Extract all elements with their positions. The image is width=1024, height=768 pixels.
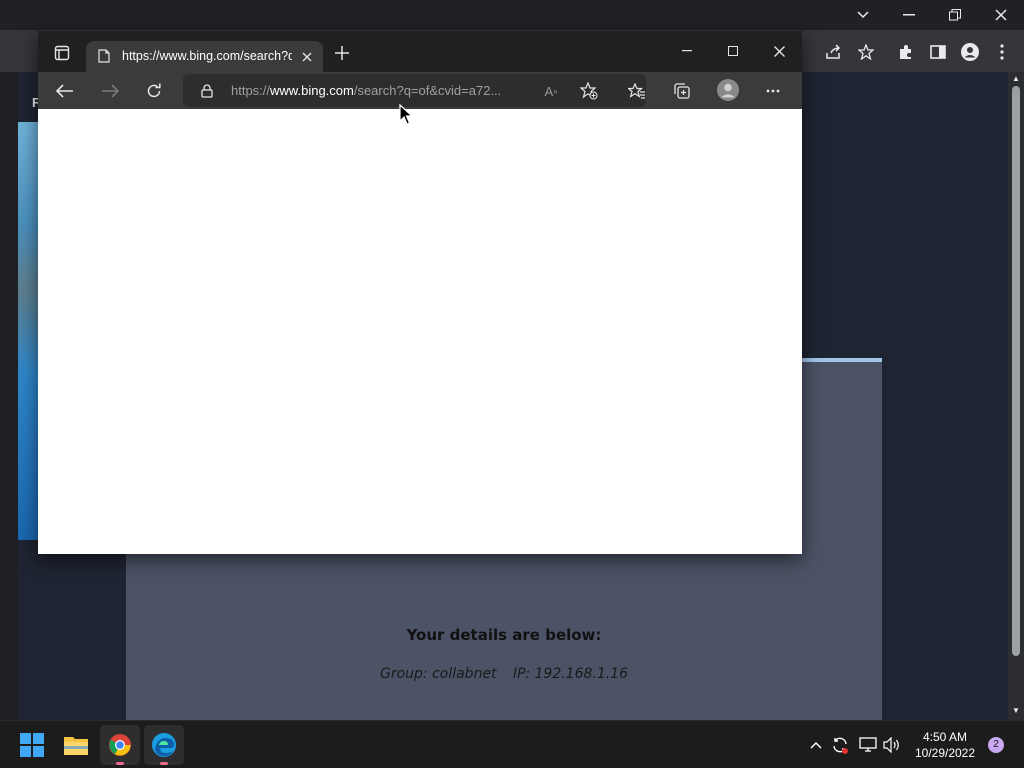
url-prefix: https:// [231,83,271,98]
profile-avatar-icon[interactable] [716,78,740,102]
scroll-up-icon[interactable]: ▲ [1012,74,1020,83]
back-arrow-icon[interactable] [54,80,76,102]
tab-search-button[interactable] [840,0,886,30]
clock-date: 10/29/2022 [914,746,976,760]
show-hidden-icons-chevron[interactable] [806,735,826,755]
bg-minimize-button[interactable] [886,0,932,30]
chrome-taskbar-button[interactable] [100,725,140,765]
file-explorer-button[interactable] [56,725,96,765]
edge-page-content[interactable] [38,109,802,554]
scroll-down-icon[interactable]: ▼ [1012,706,1020,715]
running-indicator [116,762,124,765]
details-title: Your details are below: [406,626,602,644]
url-domain: www.bing.com [270,83,354,98]
new-tab-icon[interactable] [332,43,352,63]
bookmark-star-icon[interactable] [852,38,880,66]
windows-logo-icon [20,733,44,757]
collections-icon[interactable] [671,80,693,102]
share-icon[interactable] [820,38,848,66]
tab-title: https://www.bing.com/search?q= [122,49,292,63]
details-line: Group: collabnet IP: 192.168.1.16 [126,666,882,682]
card-accent-line [802,358,882,362]
chrome-logo-icon [109,734,131,756]
lock-icon[interactable] [199,83,215,99]
ip-label: IP: 192.168.1.16 [513,666,629,682]
volume-icon[interactable] [882,735,902,755]
page-icon [96,48,112,64]
scrollbar-thumb[interactable] [1012,86,1020,656]
network-icon[interactable] [858,735,878,755]
edge-active-tab[interactable]: https://www.bing.com/search?q= [86,41,323,72]
edge-maximize-button[interactable] [710,41,756,61]
edge-close-button[interactable] [756,41,802,61]
background-tab-strip [0,0,1024,30]
add-favorite-icon[interactable] [579,81,599,101]
chrome-menu-icon[interactable] [988,38,1016,66]
edge-minimize-button[interactable] [664,41,710,61]
edge-tab-strip: https://www.bing.com/search?q= [38,31,802,72]
url-rest: /search?q=of&cvid=a72... [353,83,502,98]
edge-taskbar-button[interactable] [144,725,184,765]
mouse-cursor-icon [399,104,413,125]
folder-icon [64,737,88,755]
read-aloud-icon[interactable]: A» [541,81,561,101]
address-bar[interactable]: https://www.bing.com/search?q=of&cvid=a7… [183,74,646,107]
profile-icon[interactable] [956,38,984,66]
partial-landscape-image [18,122,40,540]
edge-browser-window: https://www.bing.com/search?q= https://w… [38,31,802,554]
notification-badge[interactable]: 2 [988,737,1004,753]
extensions-puzzle-icon[interactable] [892,38,920,66]
sync-status-icon[interactable] [830,735,850,755]
clock-time: 4:50 AM [922,730,968,744]
url-text[interactable]: https://www.bing.com/search?q=of&cvid=a7… [231,83,501,98]
group-label: Group: collabnet [379,666,497,682]
bg-close-button[interactable] [978,0,1024,30]
tab-close-icon[interactable] [298,48,316,66]
edge-logo-icon [152,733,176,757]
settings-more-icon[interactable] [762,80,784,102]
side-panel-icon[interactable] [924,38,952,66]
start-button[interactable] [12,725,52,765]
bg-restore-button[interactable] [932,0,978,30]
favorites-icon[interactable] [626,80,648,102]
tab-actions-icon[interactable] [52,43,72,63]
edge-toolbar: https://www.bing.com/search?q=of&cvid=a7… [38,72,802,109]
running-indicator [160,762,168,765]
taskbar: 4:50 AM 10/29/2022 2 [0,720,1024,768]
clock[interactable]: 4:50 AM 10/29/2022 [900,729,990,761]
forward-arrow-icon[interactable] [99,80,121,102]
refresh-icon[interactable] [143,80,165,102]
page-scrollbar[interactable]: ▲ ▼ [1008,72,1024,720]
